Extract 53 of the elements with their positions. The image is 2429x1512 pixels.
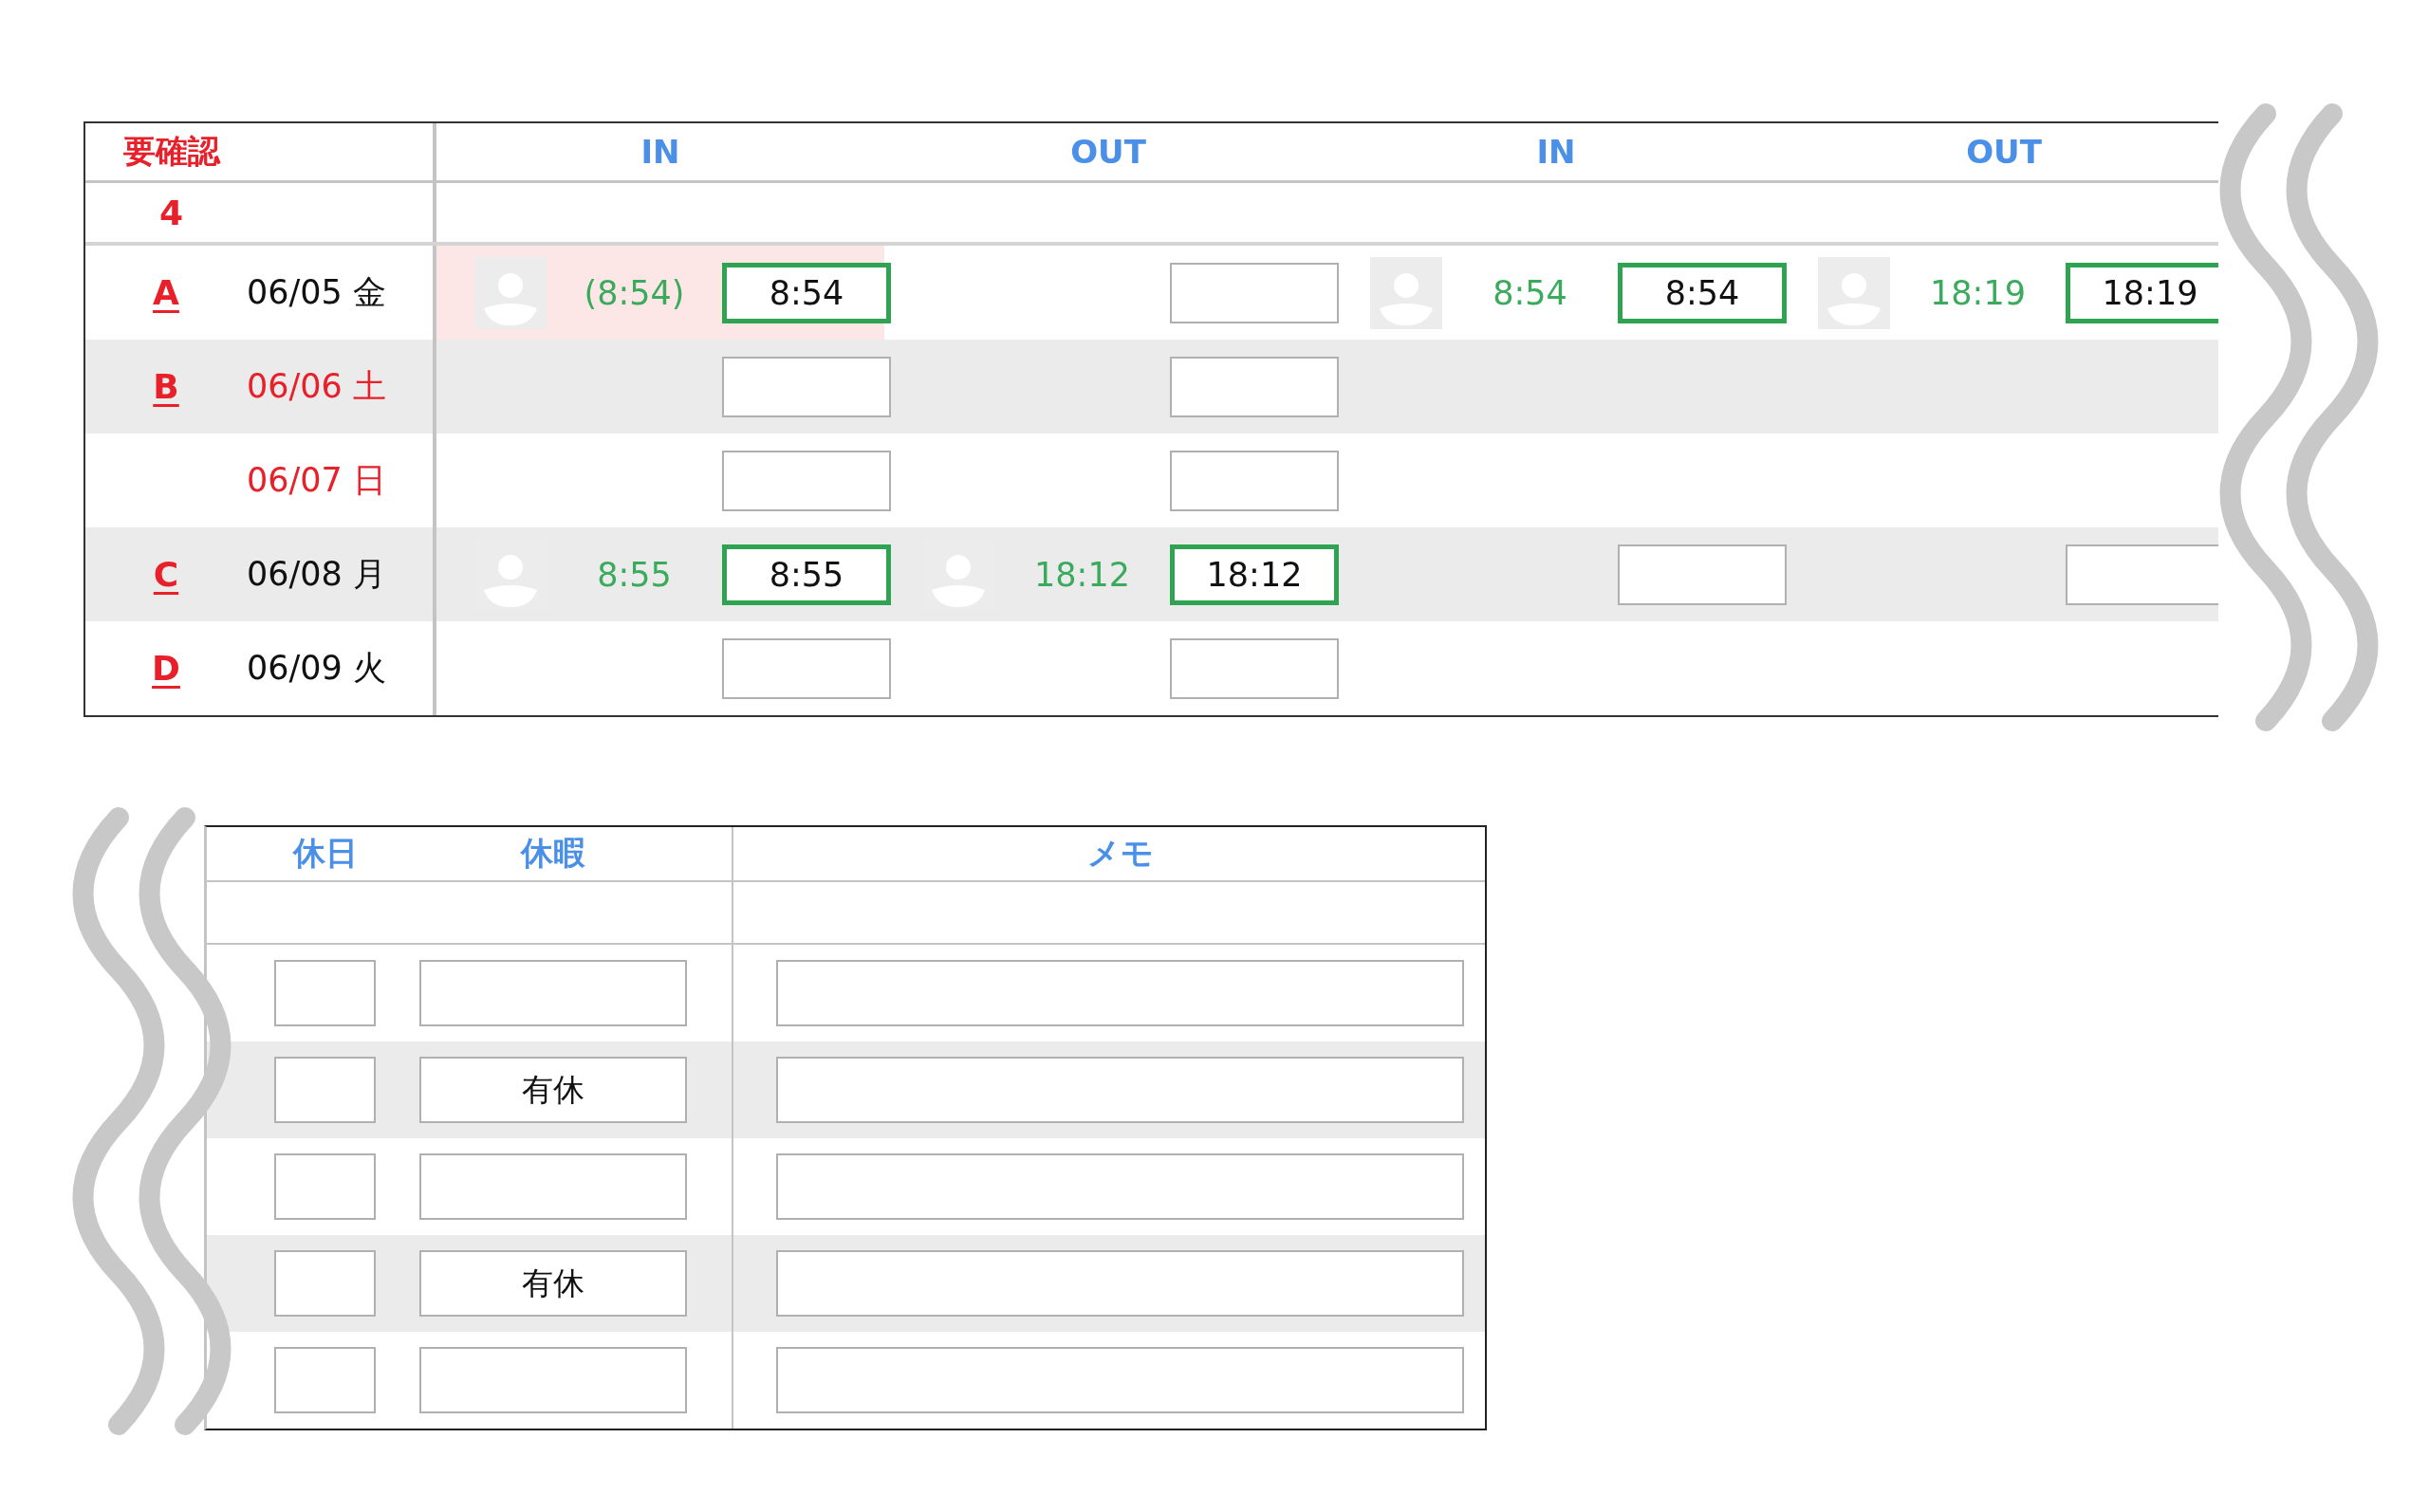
date-label: 06/05 金	[247, 272, 386, 313]
date-label: 06/06 土	[247, 366, 386, 407]
memo-field[interactable]	[776, 1057, 1464, 1123]
date-label: 06/07 日	[247, 460, 386, 501]
leave-field[interactable]	[419, 960, 687, 1026]
punch-reading: 8:54	[1493, 273, 1567, 312]
punch-reading: (8:54)	[584, 273, 685, 312]
check-header: 要確認	[122, 131, 220, 172]
time-field[interactable]	[722, 450, 891, 511]
leave-field[interactable]: 有休	[419, 1250, 687, 1317]
column-header: メモ	[1086, 833, 1154, 874]
column-header: OUT	[1966, 133, 2042, 171]
holiday-field[interactable]	[274, 960, 376, 1026]
punch-reading: 18:19	[1930, 273, 2026, 312]
punch-reading: 18:12	[1034, 555, 1130, 594]
row-flag-link[interactable]: A	[153, 273, 179, 312]
time-field[interactable]	[1618, 544, 1787, 605]
row-flag-link[interactable]: C	[153, 555, 179, 594]
column-header: IN	[640, 133, 680, 171]
column-header: 休暇	[521, 833, 585, 874]
time-field[interactable]	[1170, 356, 1339, 417]
leave-field[interactable]	[419, 1347, 687, 1413]
time-field[interactable]: 8:55	[722, 544, 891, 605]
time-field[interactable]: 8:54	[1618, 262, 1787, 323]
column-header: IN	[1536, 133, 1576, 171]
time-field[interactable]	[722, 637, 891, 699]
holiday-field[interactable]	[274, 1250, 376, 1317]
holiday-field[interactable]	[274, 1057, 376, 1123]
check-count: 4	[158, 193, 184, 232]
holiday-field[interactable]	[274, 1153, 376, 1220]
time-field[interactable]: 8:54	[722, 262, 891, 323]
punch-reading: 8:55	[597, 555, 672, 594]
memo-field[interactable]	[776, 1153, 1464, 1220]
time-field[interactable]: 18:12	[1170, 544, 1339, 605]
time-field[interactable]	[1170, 637, 1339, 699]
time-field[interactable]	[2066, 544, 2218, 605]
leave-field[interactable]	[419, 1153, 687, 1220]
memo-field[interactable]	[776, 960, 1464, 1026]
date-label: 06/09 火	[247, 648, 386, 689]
date-label: 06/08 月	[247, 554, 386, 595]
avatar-icon	[474, 256, 547, 329]
time-field[interactable]	[1170, 450, 1339, 511]
memo-field[interactable]	[776, 1347, 1464, 1413]
time-field[interactable]: 18:19	[2066, 262, 2218, 323]
row-flag-link[interactable]: D	[152, 649, 180, 688]
row-flag-link[interactable]: B	[153, 367, 179, 406]
holiday-field[interactable]	[274, 1347, 376, 1413]
leave-field[interactable]: 有休	[419, 1057, 687, 1123]
column-header: OUT	[1070, 133, 1146, 171]
time-field[interactable]	[1170, 262, 1339, 323]
column-header: 休日	[292, 833, 358, 874]
time-field[interactable]	[722, 356, 891, 417]
memo-field[interactable]	[776, 1250, 1464, 1317]
